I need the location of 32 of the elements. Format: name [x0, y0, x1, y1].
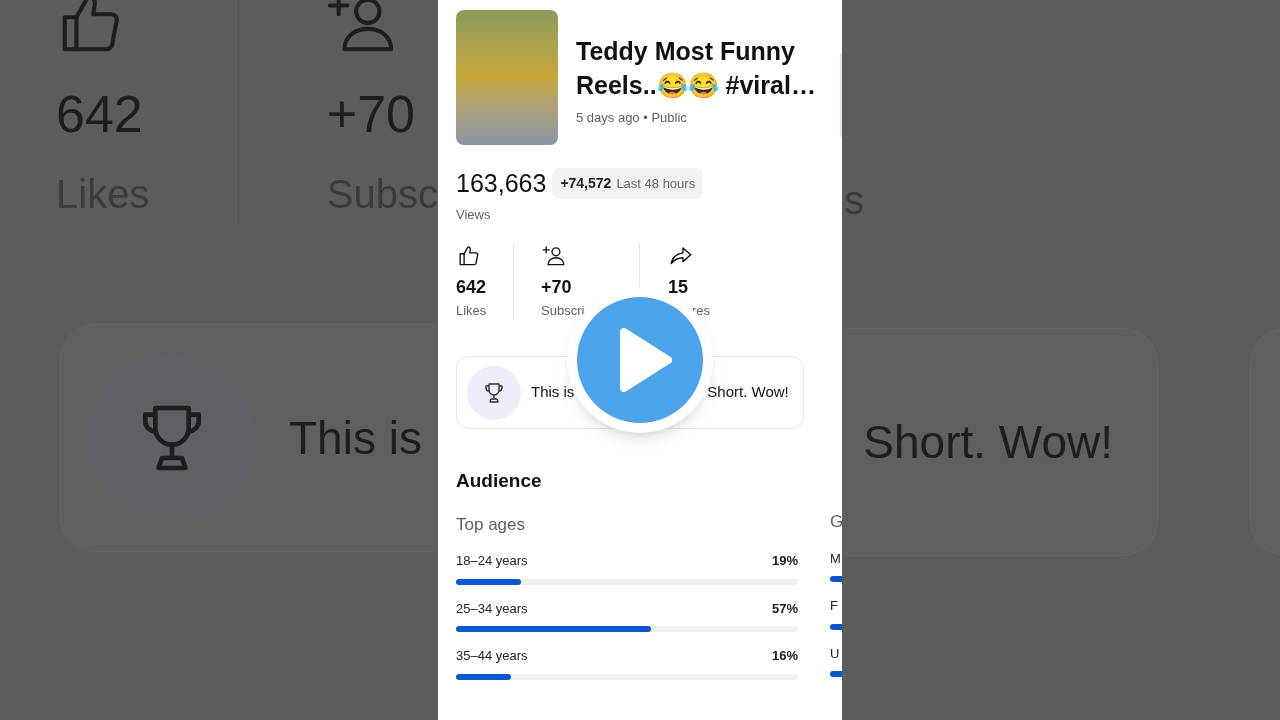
achievement-text: This is [289, 410, 422, 466]
row-label: U [830, 644, 841, 663]
audience-heading: Audience [456, 469, 543, 493]
add-person-icon [541, 244, 567, 268]
stat-value: +70 [541, 275, 573, 299]
age-percent: 19% [771, 552, 798, 570]
age-range: 18–24 years [456, 552, 528, 570]
column-heading: G [830, 511, 842, 533]
stat-label: Likes [456, 301, 488, 320]
likes-count: 642 [56, 88, 144, 140]
stat-value: 15 [668, 275, 690, 299]
stat-label: Subscri [541, 301, 586, 320]
video-meta: 5 days ago • Public [576, 109, 688, 127]
views-delta: +74,572 [560, 174, 612, 194]
stat-value: 642 [456, 275, 488, 299]
views-period: Last 48 hours [616, 175, 696, 193]
subscribers-count: +70 [326, 88, 417, 140]
play-icon [618, 328, 672, 392]
views-label: Views [456, 205, 492, 224]
achievement-text: Short. Wow! [707, 382, 789, 403]
video-title: Teddy Most Funny Reels..😂😂 #viral… [576, 36, 817, 101]
age-range: 35–44 years [456, 647, 528, 665]
views-count: 163,663 [456, 168, 547, 199]
trophy-icon [482, 380, 506, 405]
row-label: M [830, 549, 842, 568]
age-percent: 16% [771, 647, 798, 665]
top-ages-heading: Top ages [456, 513, 526, 536]
row-label: F [830, 597, 839, 615]
age-range: 25–34 years [456, 599, 528, 618]
age-percent: 57% [771, 599, 798, 618]
achievement-text: This is [531, 382, 575, 403]
achievement-text: Short. Wow! [863, 414, 1113, 470]
